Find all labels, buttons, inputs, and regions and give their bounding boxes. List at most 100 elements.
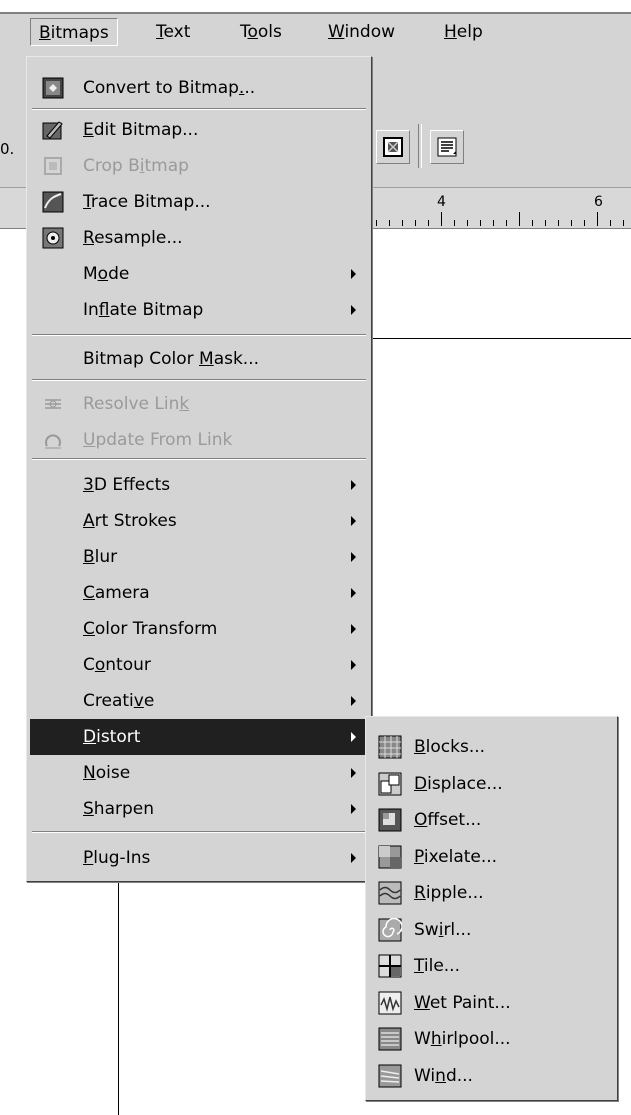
label-access-key: T [83,192,91,212]
label-post: ask... [213,349,260,369]
ruler-tick [454,220,455,226]
icon-placeholder [40,508,66,534]
label-access-key: U [83,430,96,450]
distort-item-whirlpool[interactable]: Whirlpool... [369,1021,614,1057]
label-post: oise [95,763,131,783]
menu-item-camera[interactable]: Camera [30,575,368,611]
menu-item-noise[interactable]: Noise [30,755,368,791]
menu-item-mode[interactable]: Mode [30,256,368,292]
menu-label-pre: T [240,22,248,42]
menu-item-label: Color Transform [83,619,217,639]
label-access-key: T [414,956,424,976]
menu-item-color-transform[interactable]: Color Transform [30,611,368,647]
menu-item-art-strokes[interactable]: Art Strokes [30,503,368,539]
distort-item-wet-paint[interactable]: Wet Paint... [369,985,614,1021]
ruler-label: 6 [594,194,603,210]
menu-item-label: Plug-Ins [83,848,150,868]
menu-item-convert-to-bitmap[interactable]: Convert to Bitmap... [30,70,368,106]
icon-placeholder [40,688,66,714]
menu-item-crop-bitmap: Crop Bitmap [30,148,368,184]
menu-item-distort[interactable]: Distort [30,719,368,755]
menu-tools[interactable]: Tools [232,18,290,46]
label-post: race Bitmap... [90,192,211,212]
menu-item-label: Offset... [414,810,481,830]
icon-placeholder [40,544,66,570]
bitmap-tool-button[interactable] [376,130,410,164]
menu-item-inflate-bitmap[interactable]: Inflate Bitmap [30,292,368,328]
menu-item-label: Pixelate... [414,847,497,867]
text-format-button[interactable] [430,130,464,164]
distort-submenu: Blocks... Displace... Offset... Pixelate...… [365,716,618,1101]
label-access-key: A [83,511,95,531]
label-pre: Creati [83,691,134,711]
menu-item-label: Swirl... [414,920,471,940]
distort-item-swirl[interactable]: Swirl... [369,912,614,948]
label-post: de [108,264,130,284]
menu-item-label: Blur [83,547,117,567]
menu-item-contour[interactable]: Contour [30,647,368,683]
update-from-link-icon [40,427,66,453]
label-post: ffset... [427,810,482,830]
label-access-key: P [414,846,424,867]
label-post: olor Transform [94,619,218,639]
menu-item-creative[interactable]: Creative [30,683,368,719]
menu-item-label: Inflate Bitmap [83,300,203,320]
menu-label-key: W [328,22,345,42]
ruler-tick [584,220,585,226]
menu-item-resample[interactable]: Resample... [30,220,368,256]
menu-item-sharpen[interactable]: Sharpen [30,791,368,827]
label-pre: Convert to Bitmap [83,78,239,98]
menu-item-blur[interactable]: Blur [30,539,368,575]
ruler-tick [493,220,494,226]
ripple-icon [377,880,403,906]
submenu-arrow-icon [351,552,356,562]
menu-item-label: Noise [83,763,130,783]
menu-window[interactable]: Window [320,18,403,46]
label-post: ntour [105,655,151,675]
label-access-key: S [83,799,94,819]
menu-item-edit-bitmap[interactable]: Edit Bitmap... [30,112,368,148]
page-border-line [360,338,631,339]
menu-item-label: Distort [83,727,140,747]
menu-bitmaps[interactable]: Bitmaps [30,18,118,46]
label-post: isplace... [427,773,503,794]
submenu-arrow-icon [351,269,356,279]
menu-item-label: Blocks... [414,737,485,757]
menu-item-label: Resample... [83,228,183,248]
menu-item-trace-bitmap[interactable]: Trace Bitmap... [30,184,368,220]
distort-item-offset[interactable]: Offset... [369,802,614,838]
menu-item-bitmap-color-mask[interactable]: Bitmap Color Mask... [30,341,368,377]
swirl-icon [377,917,403,943]
icon-placeholder [40,652,66,678]
label-post: pdate From Link [95,430,233,450]
distort-item-wind[interactable]: Wind... [369,1058,614,1094]
menu-label-key: H [444,22,457,42]
distort-item-displace[interactable]: Displace... [369,766,614,802]
menu-help[interactable]: Help [436,18,491,46]
menu-item-label: Whirlpool... [414,1029,511,1049]
menu-item-label: Ripple... [414,883,484,903]
distort-item-blocks[interactable]: Blocks... [369,729,614,765]
menu-item-3d-effects[interactable]: 3D Effects [30,467,368,503]
label-access-key: h [430,1029,442,1049]
trace-bitmap-icon [40,189,66,215]
menu-separator [32,334,366,336]
label-access-key: D [414,773,428,794]
label-access-key: o [94,655,106,675]
label-pre: C [83,655,95,675]
submenu-arrow-icon [351,480,356,490]
distort-item-ripple[interactable]: Ripple... [369,875,614,911]
label-post: ile... [423,956,460,976]
label-access-key: P [83,848,94,868]
distort-item-pixelate[interactable]: Pixelate... [369,839,614,875]
menubar-top-edge [0,12,631,14]
submenu-arrow-icon [351,624,356,634]
menu-item-plug-ins[interactable]: Plug-Ins [30,840,368,876]
label-access-key: M [199,349,214,369]
distort-item-tile[interactable]: Tile... [369,948,614,984]
label-post: D Effects [93,475,171,495]
menu-text[interactable]: Text [148,18,198,46]
menu-item-label: Camera [83,583,150,603]
label-access-key: O [414,810,428,830]
menu-item-label: Crop Bitmap [83,156,189,176]
